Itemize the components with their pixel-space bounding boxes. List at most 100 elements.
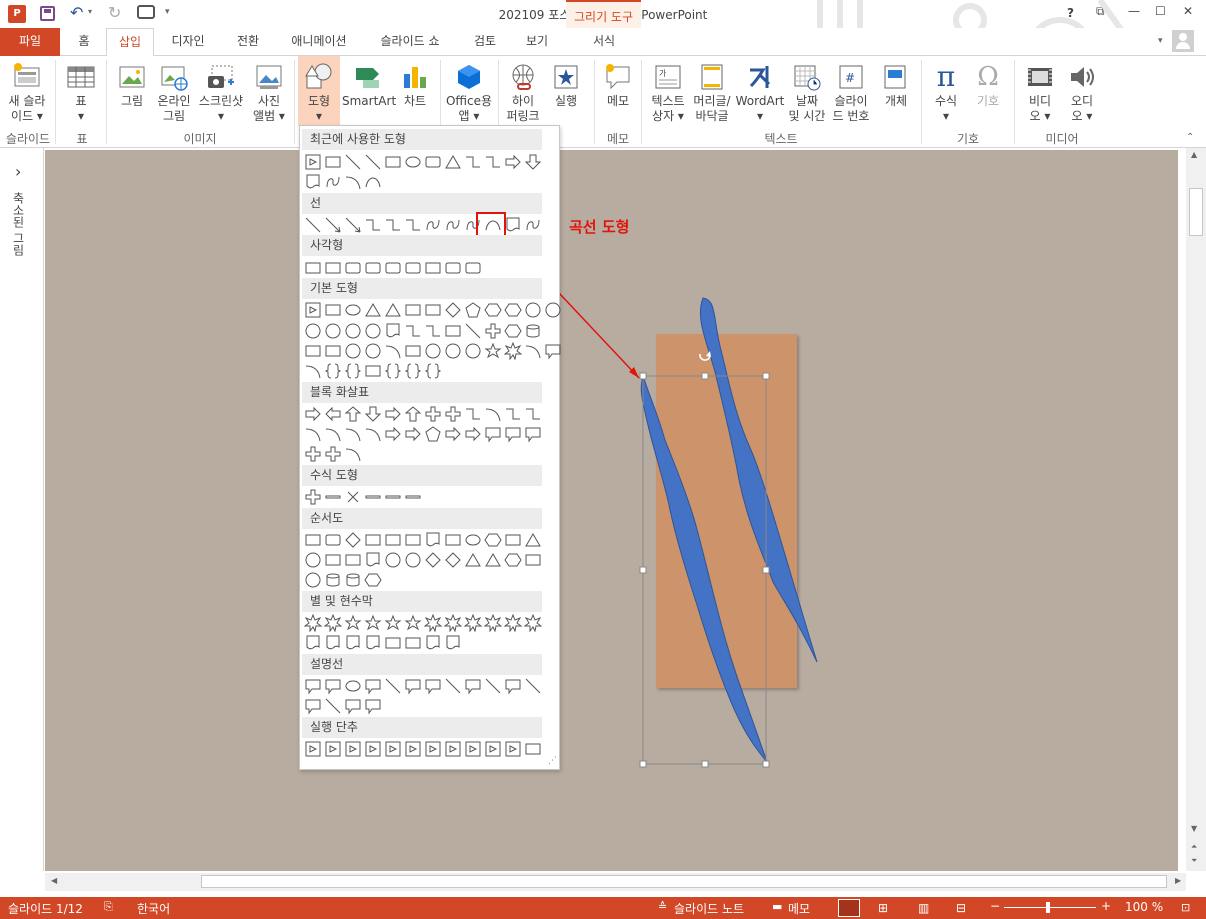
photo-album-button[interactable]: 사진 앨범 ▾ — [247, 56, 291, 130]
shape-line-icon[interactable] — [464, 322, 482, 340]
shape-btn-icon[interactable] — [384, 740, 402, 758]
language-indicator[interactable]: 한국어 — [137, 900, 170, 917]
shape-btn-icon[interactable] — [464, 740, 482, 758]
shape-burst-icon[interactable] — [504, 614, 522, 632]
shape-circle-icon[interactable] — [524, 301, 542, 319]
shape-squiggle-icon[interactable] — [424, 216, 442, 234]
shape-btn-icon[interactable] — [364, 740, 382, 758]
shape-burst-icon[interactable] — [444, 614, 462, 632]
user-avatar[interactable] — [1172, 30, 1194, 52]
thumbnail-pane-label[interactable]: 축소된 그림 — [10, 192, 27, 256]
shape-diamond-icon[interactable] — [444, 301, 462, 319]
shape-brace-icon[interactable] — [344, 362, 362, 380]
prev-slide-icon[interactable]: ⏶ — [1191, 842, 1197, 852]
shape-uarrow-icon[interactable] — [404, 405, 422, 423]
shape-circle-icon[interactable] — [364, 322, 382, 340]
shape-arc-icon[interactable] — [484, 405, 502, 423]
shape-plus-icon[interactable] — [304, 445, 322, 463]
shape-elbow-icon[interactable] — [524, 405, 542, 423]
tab-transitions[interactable]: 전환 — [222, 28, 274, 56]
shape-star-icon[interactable] — [364, 614, 382, 632]
shape-arc-icon[interactable] — [344, 173, 362, 191]
shape-star-icon[interactable] — [404, 614, 422, 632]
shape-rect-icon[interactable] — [384, 634, 402, 652]
shape-arc-icon[interactable] — [344, 445, 362, 463]
shape-burst-icon[interactable] — [464, 614, 482, 632]
shape-callout-icon[interactable] — [364, 697, 382, 715]
shape-hex-icon[interactable] — [504, 551, 522, 569]
shape-doc-icon[interactable] — [344, 634, 362, 652]
shape-pent-icon[interactable] — [424, 425, 442, 443]
shape-tri-icon[interactable] — [524, 531, 542, 549]
shape-burst-icon[interactable] — [304, 614, 322, 632]
shape-doc-icon[interactable] — [444, 634, 462, 652]
shape-btn-icon[interactable] — [304, 153, 322, 171]
shape-rect-icon[interactable] — [364, 362, 382, 380]
normal-view-icon[interactable] — [838, 899, 860, 917]
shape-oval-icon[interactable] — [344, 301, 362, 319]
shape-burst-icon[interactable] — [324, 614, 342, 632]
resize-grip-icon[interactable]: ⋰ — [548, 756, 557, 766]
shape-arc-icon[interactable] — [304, 425, 322, 443]
shape-rect-icon[interactable] — [444, 322, 462, 340]
shape-btn-icon[interactable] — [304, 740, 322, 758]
shape-squiggle-icon[interactable] — [324, 173, 342, 191]
shape-plus-icon[interactable] — [304, 488, 322, 506]
shape-brace-icon[interactable] — [324, 362, 342, 380]
shape-doc-icon[interactable] — [504, 216, 522, 234]
shape-circle-icon[interactable] — [404, 551, 422, 569]
shape-btn-icon[interactable] — [484, 740, 502, 758]
shape-callout-icon[interactable] — [304, 677, 322, 695]
shape-line-icon[interactable] — [364, 153, 382, 171]
shape-arc-icon[interactable] — [304, 362, 322, 380]
shape-uarrow-icon[interactable] — [344, 405, 362, 423]
tab-home[interactable]: 홈 — [64, 28, 104, 56]
collapse-ribbon-icon[interactable]: ⌃ — [1186, 132, 1194, 143]
shape-brace-icon[interactable] — [384, 362, 402, 380]
shape-minus-icon[interactable] — [404, 488, 422, 506]
new-slide-button[interactable]: 새 슬라 이드 ▾ — [2, 56, 52, 130]
shape-rect-icon[interactable] — [384, 531, 402, 549]
shape-rrect-icon[interactable] — [404, 259, 422, 277]
shape-circle-icon[interactable] — [544, 301, 562, 319]
shape-burst-icon[interactable] — [504, 342, 522, 360]
shape-arc-icon[interactable] — [364, 425, 382, 443]
shape-hex-icon[interactable] — [364, 571, 382, 589]
header-footer-button[interactable]: 머리글/ 바닥글 — [690, 56, 734, 130]
shape-circle-icon[interactable] — [384, 551, 402, 569]
shape-arc-icon[interactable] — [524, 342, 542, 360]
blue-curve-shapes[interactable] — [45, 150, 1178, 871]
shape-btn-icon[interactable] — [344, 740, 362, 758]
screenshot-button[interactable]: 스크린샷 ▾ — [196, 56, 246, 130]
zoom-slider-thumb[interactable] — [1046, 902, 1050, 913]
shape-elbow-icon[interactable] — [404, 322, 422, 340]
shape-rect-icon[interactable] — [324, 259, 342, 277]
tab-slideshow[interactable]: 슬라이드 쇼 — [366, 28, 454, 56]
shape-rarrow-icon[interactable] — [504, 153, 522, 171]
tab-review[interactable]: 검토 — [462, 28, 508, 56]
shape-hex-icon[interactable] — [504, 322, 522, 340]
shape-minus-icon[interactable] — [324, 488, 342, 506]
shape-rect-icon[interactable] — [304, 342, 322, 360]
shape-elbow-icon[interactable] — [464, 153, 482, 171]
shape-tri-icon[interactable] — [444, 153, 462, 171]
shape-minus-icon[interactable] — [384, 488, 402, 506]
shape-pent-icon[interactable] — [464, 301, 482, 319]
shape-btn-icon[interactable] — [404, 740, 422, 758]
shape-btn-icon[interactable] — [504, 740, 522, 758]
shape-doc-icon[interactable] — [304, 634, 322, 652]
shape-line-icon[interactable] — [384, 677, 402, 695]
next-slide-icon[interactable]: ⏷ — [1191, 856, 1197, 866]
shape-tri-icon[interactable] — [464, 551, 482, 569]
notes-button[interactable]: 슬라이드 노트 — [674, 900, 744, 917]
shape-curve-icon[interactable] — [364, 173, 382, 191]
collapse-chevron-icon[interactable]: ▾ — [1158, 36, 1163, 46]
picture-button[interactable]: 그림 — [112, 56, 152, 130]
shape-star-icon[interactable] — [344, 614, 362, 632]
shapes-button[interactable]: 도형 ▾ — [298, 56, 340, 126]
action-button[interactable]: 실행 — [546, 56, 586, 130]
slideshow-view-icon[interactable]: ⊟ — [956, 901, 966, 915]
shape-circle-icon[interactable] — [444, 342, 462, 360]
shape-callout-icon[interactable] — [424, 677, 442, 695]
shape-rect-icon[interactable] — [364, 531, 382, 549]
